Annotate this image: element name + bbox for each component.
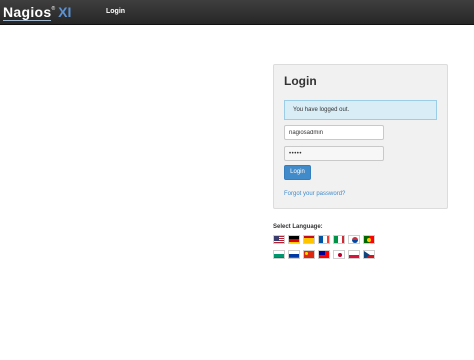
poland-flag-icon[interactable]: [348, 250, 360, 259]
nav-login-link[interactable]: Login: [106, 8, 125, 15]
login-panel: Login You have logged out. Login Forgot …: [273, 64, 448, 209]
password-input[interactable]: [284, 146, 384, 161]
select-language-label: Select Language:: [273, 224, 323, 230]
korea-flag-icon[interactable]: [348, 235, 360, 244]
login-button[interactable]: Login: [284, 165, 311, 180]
china-flag-icon[interactable]: [303, 250, 315, 259]
logo-underline: [3, 20, 51, 21]
logout-alert: You have logged out.: [284, 100, 437, 120]
japan-flag-icon[interactable]: [333, 250, 345, 259]
logo-registered-mark: ®: [51, 6, 56, 12]
forgot-password-link[interactable]: Forgot your password?: [284, 191, 345, 197]
us-flag-icon[interactable]: [273, 235, 285, 244]
logo-text: Nagios: [3, 4, 52, 20]
czech-flag-icon[interactable]: [363, 250, 375, 259]
spain-flag-icon[interactable]: [303, 235, 315, 244]
nagios-xi-logo[interactable]: Nagios® XI: [3, 4, 71, 21]
bulgaria-flag-icon[interactable]: [273, 250, 285, 259]
portugal-flag-icon[interactable]: [363, 235, 375, 244]
login-title: Login: [284, 74, 317, 88]
germany-flag-icon[interactable]: [288, 235, 300, 244]
top-navbar: Nagios® XI Login: [0, 0, 474, 25]
italy-flag-icon[interactable]: [333, 235, 345, 244]
username-input[interactable]: [284, 125, 384, 140]
france-flag-icon[interactable]: [318, 235, 330, 244]
logo-suffix: XI: [58, 4, 72, 20]
russia-flag-icon[interactable]: [288, 250, 300, 259]
taiwan-flag-icon[interactable]: [318, 250, 330, 259]
